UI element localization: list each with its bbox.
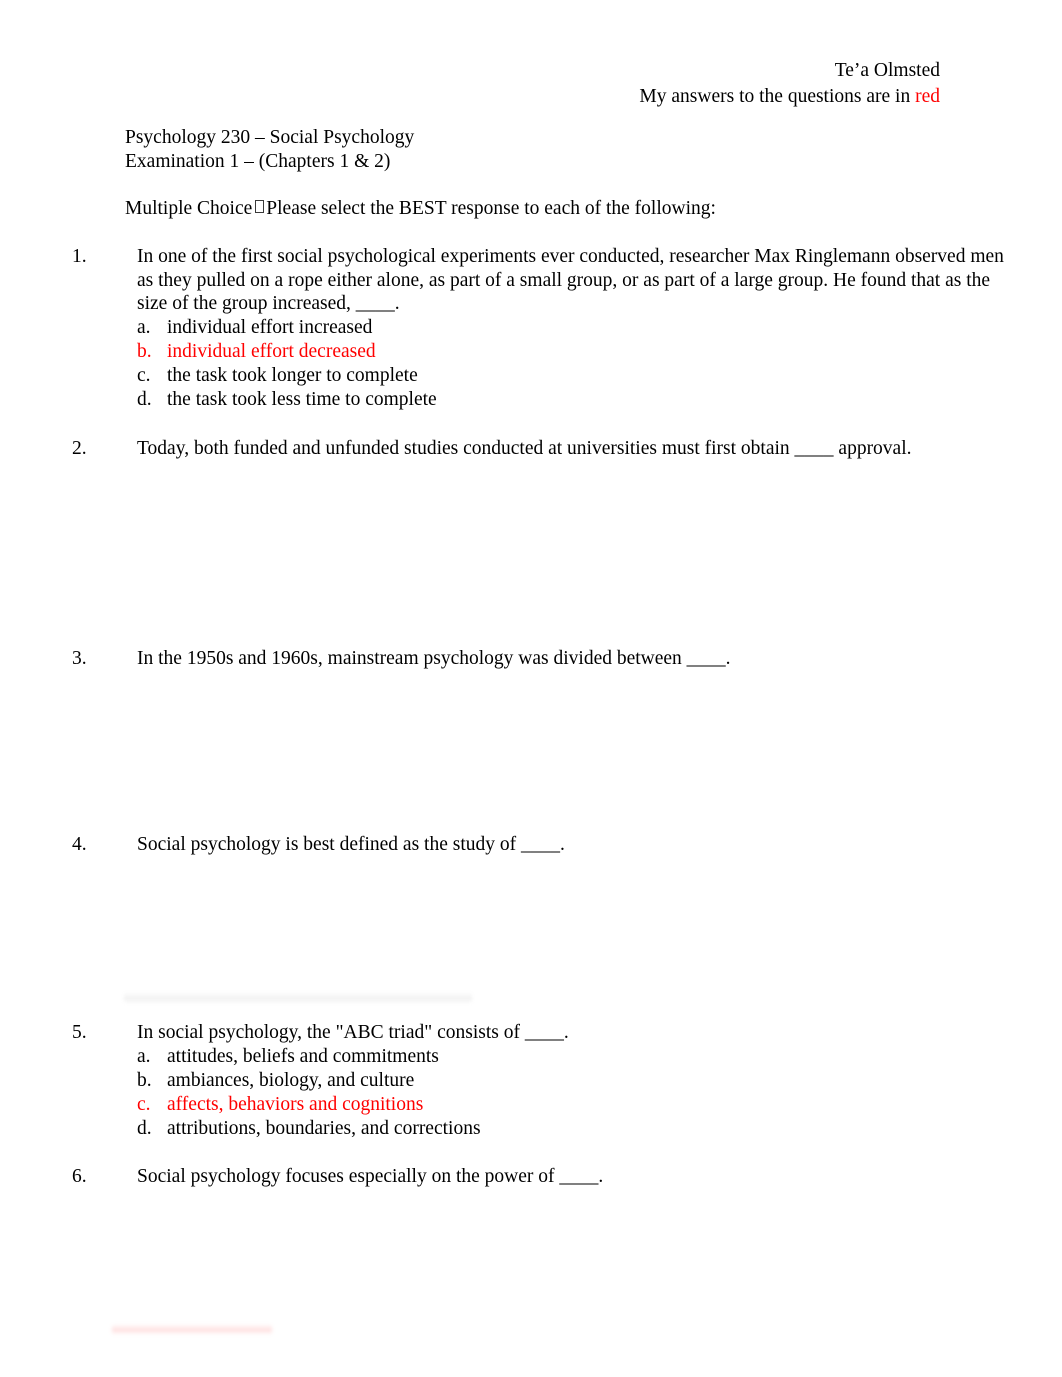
option-label: a. [137,1045,151,1067]
document-header: Te’a Olmsted My answers to the questions… [639,58,940,110]
question-text: Social psychology focuses especially on … [137,1166,604,1187]
option-text: individual effort decreased [167,340,376,362]
option-item[interactable]: c. the task took longer to complete [137,364,1009,388]
question-body: In one of the first social psychological… [137,245,1009,413]
question-body: In the 1950s and 1960s, mainstream psych… [137,647,952,671]
option-item[interactable]: b. ambiances, biology, and culture [137,1069,952,1093]
question-item: 4. Social psychology is best defined as … [72,833,952,857]
question-text: In social psychology, the "ABC triad" co… [137,1022,569,1043]
option-item[interactable]: a. individual effort increased [137,316,1009,340]
document-page: Te’a Olmsted My answers to the questions… [0,0,1062,1377]
question-text: Social psychology is best defined as the… [137,834,565,855]
option-text: ambiances, biology, and culture [167,1069,415,1091]
answer-key-note: My answers to the questions are in red [639,84,940,110]
erased-red-answer-smudge [112,1324,272,1335]
question-item: 5. In social psychology, the "ABC triad"… [72,1021,952,1141]
question-number: 1. [72,246,87,267]
option-text: affects, behaviors and cognitions [167,1094,424,1115]
question-text: In one of the first social psychological… [137,246,1004,315]
answer-key-color-word: red [915,86,940,107]
erased-text-smudge [124,992,472,1004]
option-label: b. [137,340,152,362]
option-text: the task took less time to complete [167,389,437,411]
option-label: a. [137,316,151,338]
question-number: 5. [72,1022,87,1043]
option-item-selected[interactable]: b. individual effort decreased [137,340,1009,364]
answer-key-note-text: My answers to the questions are in [639,86,911,107]
question-item: 1. In one of the first social psychologi… [72,245,1004,413]
course-title-block: Psychology 230 – Social Psychology Exami… [125,126,414,173]
option-item[interactable]: d. the task took less time to complete [137,388,1009,412]
instructions-suffix: Please select the BEST response to each … [266,198,716,219]
question-text: In the 1950s and 1960s, mainstream psych… [137,648,731,669]
instructions-line: Multiple Choice Please select the BEST re… [125,197,716,221]
question-text: Today, both funded and unfunded studies … [137,438,912,459]
option-text: attributions, boundaries, and correction… [167,1118,481,1140]
question-number: 6. [72,1166,87,1187]
exam-line: Examination 1 – (Chapters 1 & 2) [125,150,391,172]
question-number: 2. [72,438,87,459]
question-body: Social psychology focuses especially on … [137,1165,952,1189]
option-list: a. attitudes, beliefs and commitments b.… [137,1045,952,1142]
instructions-prefix: Multiple Choice [125,198,253,219]
option-item-selected[interactable]: c. affects, behaviors and cognitions [137,1093,952,1117]
question-number: 3. [72,648,87,669]
option-text: attitudes, beliefs and commitments [167,1045,439,1067]
course-line: Psychology 230 – Social Psychology [125,127,415,148]
option-list: a. individual effort increased b. indivi… [137,316,1009,413]
question-item: 2. Today, both funded and unfunded studi… [72,437,952,461]
option-label: c. [137,1094,151,1115]
student-name: Te’a Olmsted [834,60,940,81]
question-body: Today, both funded and unfunded studies … [137,437,947,461]
question-body: In social psychology, the "ABC triad" co… [137,1021,952,1141]
option-label: d. [137,389,152,411]
question-item: 6. Social psychology focuses especially … [72,1165,952,1189]
missing-glyph-icon [255,200,265,213]
question-item: 3. In the 1950s and 1960s, mainstream ps… [72,647,952,671]
option-label: d. [137,1118,152,1140]
option-text: individual effort increased [167,316,373,338]
option-item[interactable]: d. attributions, boundaries, and correct… [137,1117,952,1141]
option-label: c. [137,365,151,387]
option-label: b. [137,1069,152,1091]
question-body: Social psychology is best defined as the… [137,833,952,857]
question-number: 4. [72,834,87,855]
option-item[interactable]: a. attitudes, beliefs and commitments [137,1045,952,1069]
option-text: the task took longer to complete [167,365,418,387]
